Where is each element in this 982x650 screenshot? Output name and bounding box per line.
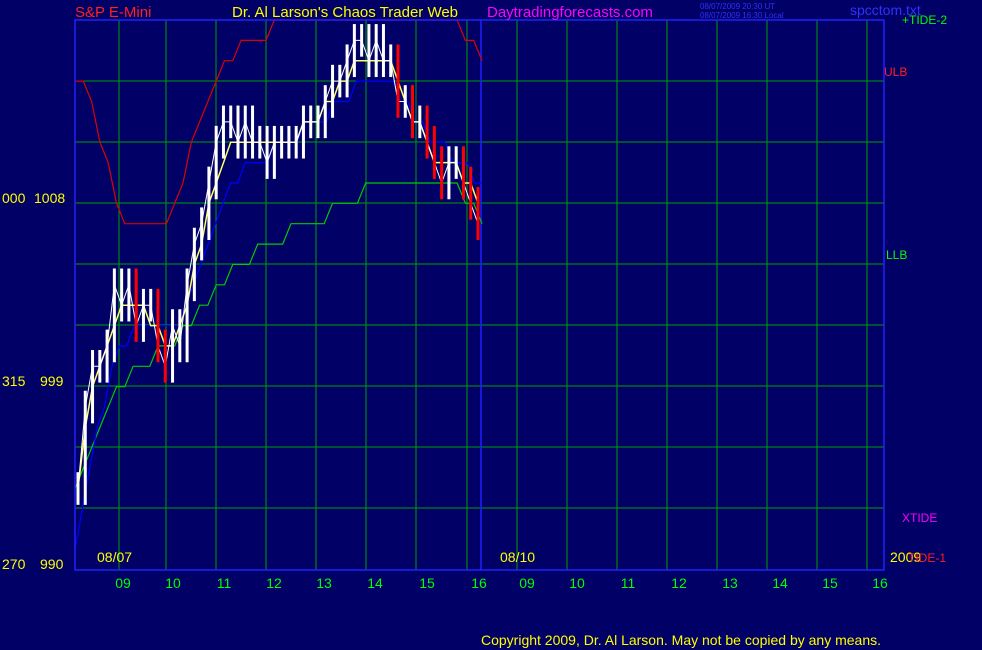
legend-llb: LLB xyxy=(886,248,907,262)
legend-ulb: ULB xyxy=(884,65,907,79)
date-label-2: 08/10 xyxy=(500,549,535,565)
hour-tick-label: 12 xyxy=(266,575,282,591)
hour-tick-label: 16 xyxy=(471,575,487,591)
y-label-right-2: 999 xyxy=(40,373,64,389)
hour-tick-label: 13 xyxy=(316,575,332,591)
hour-tick-label: 09 xyxy=(115,575,131,591)
timestamp-local: 08/07/2009 16:30 Local xyxy=(700,11,784,20)
legend-tide2: +TIDE-2 xyxy=(902,13,947,27)
legend-tide1: TIDE-1 xyxy=(908,551,946,565)
hour-tick-label: 15 xyxy=(419,575,435,591)
y-label-left-3: 270 xyxy=(2,556,26,572)
date-label-1: 08/07 xyxy=(97,549,132,565)
hour-tick-label: 13 xyxy=(722,575,738,591)
copyright-text: Copyright 2009, Dr. Al Larson. May not b… xyxy=(481,632,881,648)
hour-tick-label: 10 xyxy=(165,575,181,591)
symbol-label: S&P E-Mini xyxy=(75,4,151,21)
price-chart: 09 10 11 12 13 14 15 16 09 10 11 12 13 14 15 16 S&P E-M… xyxy=(2,2,947,648)
y-label-left-2: 315 xyxy=(2,373,26,389)
plot-frame xyxy=(74,19,885,571)
y-label-right-1: 1008 xyxy=(34,190,65,206)
hour-tick-label: 14 xyxy=(367,575,383,591)
hour-tick-label: 16 xyxy=(872,575,888,591)
hour-tick-label: 14 xyxy=(772,575,788,591)
hour-tick-label: 11 xyxy=(621,575,636,591)
hour-tick-label: 10 xyxy=(569,575,585,591)
legend-xtide: XTIDE xyxy=(902,511,937,525)
app-title: Dr. Al Larson's Chaos Trader Web xyxy=(232,4,458,21)
site-link[interactable]: Daytradingforecasts.com xyxy=(487,4,653,21)
hour-tick-label: 09 xyxy=(519,575,535,591)
y-label-left-1: 000 xyxy=(2,190,26,206)
fast-ma-line xyxy=(77,59,479,489)
hour-tick-label: 15 xyxy=(822,575,838,591)
timestamp-ut: 08/07/2009 20:30 UT xyxy=(700,2,775,11)
hour-tick-label: 11 xyxy=(217,575,232,591)
y-label-right-3: 990 xyxy=(40,556,64,572)
chart-grid xyxy=(74,19,885,571)
hour-tick-label: 12 xyxy=(671,575,687,591)
